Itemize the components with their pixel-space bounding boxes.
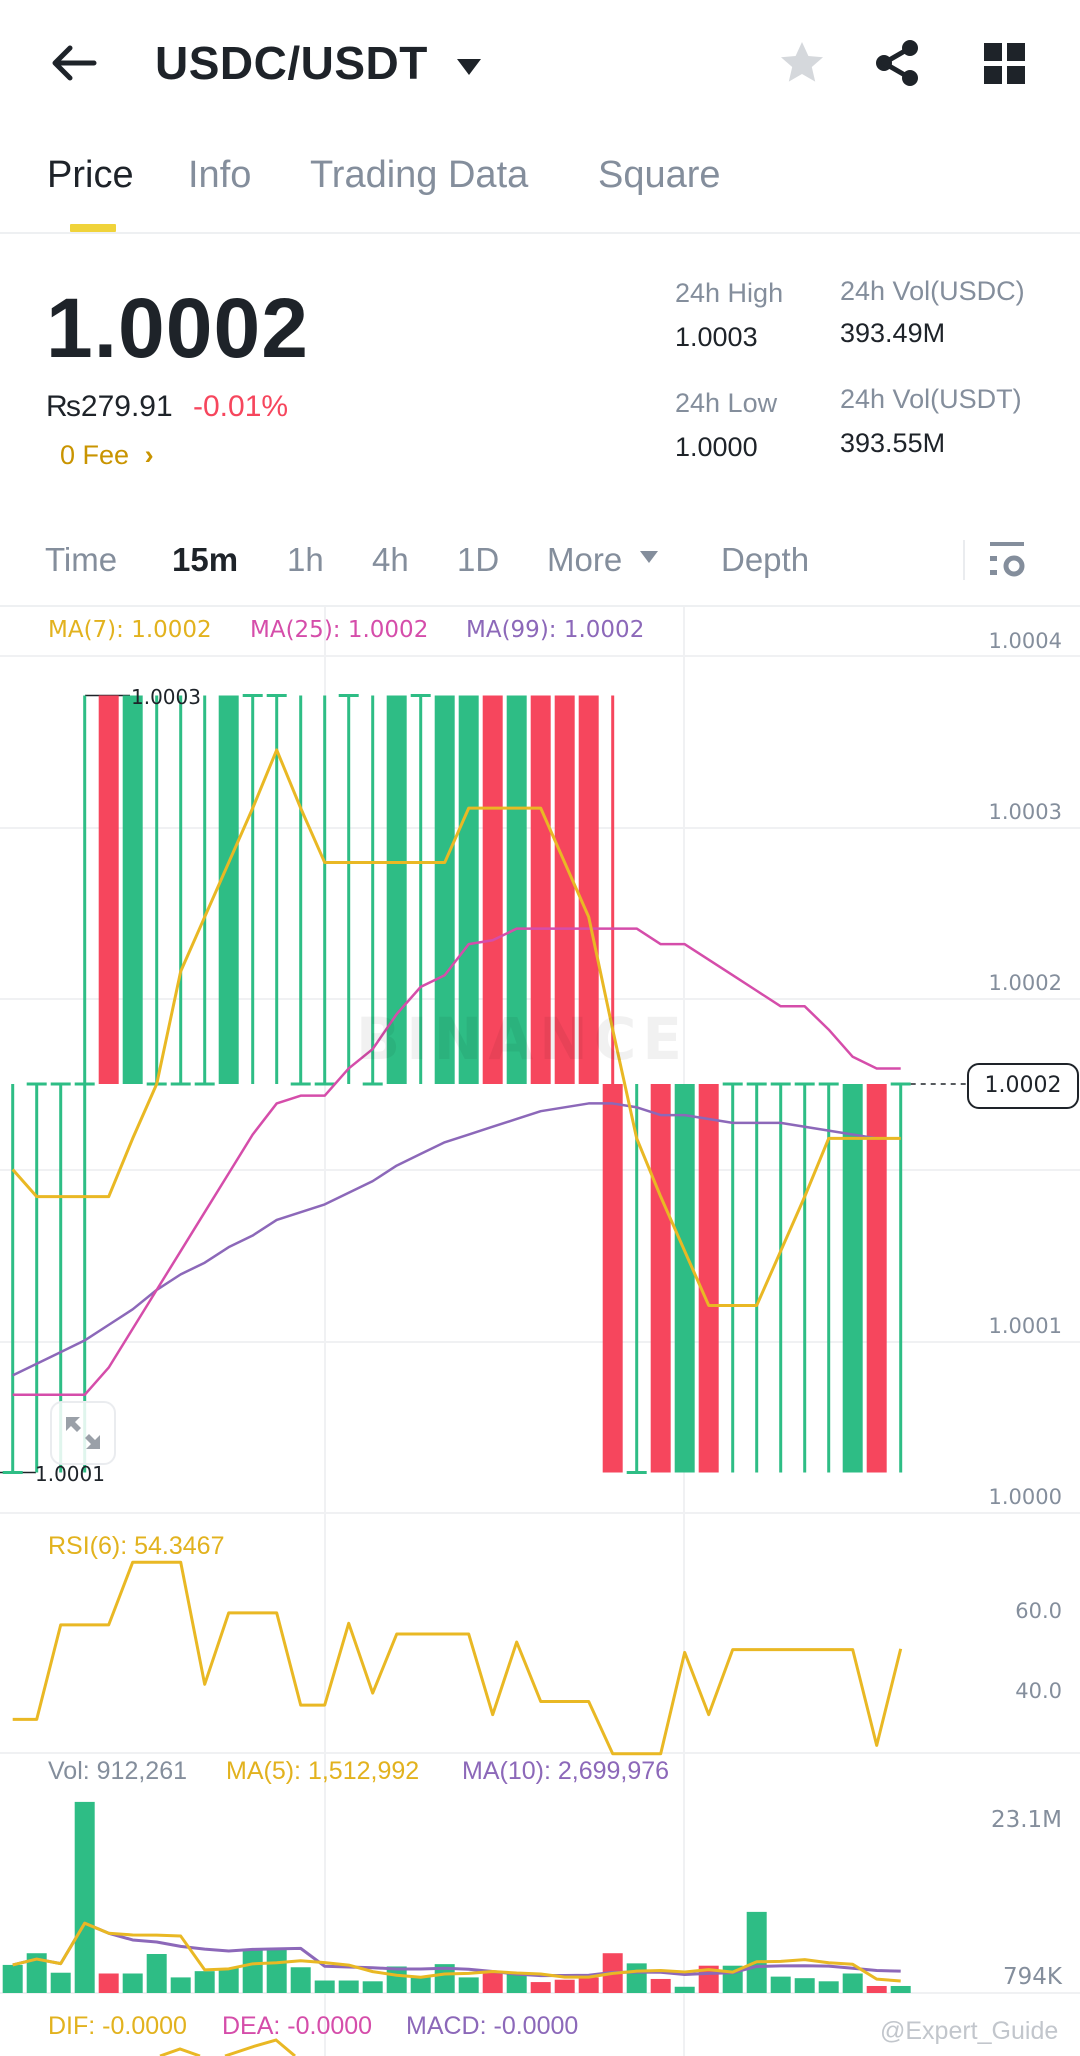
y-axis-label: 1.0002 (988, 971, 1062, 995)
expand-icon (66, 1417, 100, 1449)
high-marker-label: 1.0003 (131, 685, 201, 709)
volume-bar (842, 1973, 863, 1993)
ma25-legend: MA(25): 1.0002 (250, 617, 429, 643)
volume-bar (626, 1963, 647, 1993)
rsi-axis-label: 40.0 (1015, 1679, 1062, 1703)
volume-bar (458, 1977, 479, 1993)
vol-axis-label: 23.1M (990, 1807, 1062, 1833)
volume-bar (146, 1954, 167, 1993)
fullscreen-button[interactable] (50, 1401, 116, 1465)
volume-bar (746, 1911, 767, 1993)
volume-bar (866, 1985, 887, 1993)
volume-bar (770, 1976, 791, 1993)
rsi-legend: RSI(6): 54.3467 (48, 1532, 225, 1560)
volume-bar (506, 1974, 527, 1993)
volume-bar (530, 1982, 551, 1993)
ma99-legend: MA(99): 1.0002 (466, 617, 645, 643)
last-price-tag-value: 1.0002 (984, 1073, 1062, 1098)
rsi-axis-label: 60.0 (1015, 1599, 1062, 1623)
volume-bar (266, 1948, 287, 1993)
volume-bar (290, 1967, 311, 1993)
volume-bar (74, 1801, 95, 1993)
volume-bar (818, 1981, 839, 1993)
y-axis-label: 1.0000 (988, 1485, 1062, 1509)
macd-dif-legend: DIF: -0.0000 (48, 2012, 187, 2040)
volume-bar (410, 1977, 431, 1993)
volume-bar (242, 1948, 263, 1993)
volume-bar (2, 1964, 23, 1993)
volume-bar (674, 1986, 695, 1993)
candle-body (122, 695, 143, 1084)
volume-bar (362, 1981, 383, 1993)
candle-body (698, 1084, 719, 1473)
candle-body (674, 1084, 695, 1473)
binance-watermark: BINANCE (356, 1005, 688, 1073)
candle-body (602, 1084, 623, 1473)
macd-dea-legend: DEA: -0.0000 (222, 2012, 373, 2040)
volume-bar (482, 1971, 503, 1993)
vol-ma5-legend: MA(5): 1,512,992 (226, 1757, 420, 1785)
macd-value-legend: MACD: -0.0000 (406, 2012, 579, 2040)
volume-bar (218, 1968, 239, 1993)
rsi-line (12, 1560, 903, 1756)
y-axis-label: 1.0004 (988, 629, 1062, 653)
volume-bar (578, 1977, 599, 1993)
volume-bar (314, 1980, 335, 1993)
candle-body (866, 1084, 887, 1473)
vol-legend: Vol: 912,261 (48, 1757, 188, 1785)
candle-body (218, 695, 239, 1084)
volume-bar (50, 1972, 71, 1993)
volume-bar (170, 1977, 191, 1993)
volume-bar (890, 1985, 911, 1993)
volume-bar (98, 1973, 119, 1993)
macd-dif-line (224, 2038, 296, 2056)
macd-dif-line (159, 2047, 201, 2056)
vol-ma10-line (12, 1921, 901, 1978)
ma7-legend: MA(7): 1.0002 (48, 617, 212, 643)
y-axis-label: 1.0001 (988, 1314, 1062, 1338)
volume-bar (122, 1973, 143, 1993)
vol-axis-label: 794K (1003, 1964, 1062, 1990)
y-axis-label: 1.0003 (988, 800, 1062, 824)
candle-body (842, 1084, 863, 1473)
volume-bar (194, 1971, 215, 1993)
volume-bar (554, 1979, 575, 1993)
vol-ma5-line (12, 1921, 901, 1983)
volume-bar (338, 1980, 359, 1993)
ma99-line (12, 1102, 901, 1377)
watermark-text: @Expert_Guide (880, 2017, 1059, 2045)
volume-bar (650, 1978, 671, 1993)
volume-bar (794, 1978, 815, 1993)
candle-body (650, 1084, 671, 1473)
last-price-tag[interactable]: 1.0002 (967, 1063, 1079, 1109)
candle-body (98, 695, 119, 1084)
vol-ma10-legend: MA(10): 2,699,976 (462, 1757, 670, 1785)
